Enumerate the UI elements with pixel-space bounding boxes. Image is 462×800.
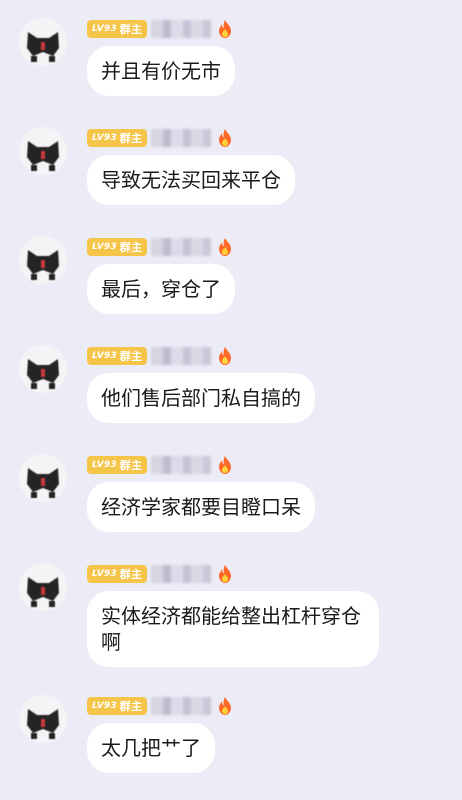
- blurred-nickname[interactable]: [151, 347, 212, 365]
- level-badge: LV93 群主: [87, 238, 148, 256]
- avatar[interactable]: [19, 18, 67, 66]
- avatar-image: [19, 236, 67, 284]
- level-text: LV93: [92, 569, 117, 579]
- role-text: 群主: [119, 568, 143, 581]
- level-badge: LV93 群主: [87, 697, 148, 715]
- avatar[interactable]: [19, 695, 67, 743]
- sender-meta: LV93 群主: [87, 18, 233, 40]
- level-text: LV93: [92, 242, 117, 252]
- level-badge: LV93 群主: [87, 347, 148, 365]
- blurred-nickname[interactable]: [151, 20, 212, 38]
- message-bubble[interactable]: 经济学家都要目瞪口呆: [87, 482, 315, 532]
- message-bubble[interactable]: 并且有价无市: [87, 46, 235, 96]
- blurred-nickname[interactable]: [151, 697, 212, 715]
- blurred-nickname[interactable]: [151, 565, 212, 583]
- fire-icon: [219, 456, 232, 474]
- fire-icon: [219, 697, 232, 715]
- avatar-image: [19, 18, 67, 66]
- sender-meta: LV93 群主: [87, 563, 233, 585]
- level-badge: LV93 群主: [87, 129, 148, 147]
- message-bubble[interactable]: 太几把艹了: [87, 723, 215, 773]
- level-text: LV93: [92, 351, 117, 361]
- role-text: 群主: [119, 132, 143, 145]
- role-text: 群主: [119, 350, 143, 363]
- avatar[interactable]: [19, 236, 67, 284]
- avatar[interactable]: [19, 127, 67, 175]
- avatar[interactable]: [19, 345, 67, 393]
- level-badge: LV93 群主: [87, 20, 148, 38]
- level-badge: LV93 群主: [87, 565, 148, 583]
- avatar-image: [19, 695, 67, 743]
- message-bubble[interactable]: 他们售后部门私自搞的: [87, 373, 315, 423]
- sender-meta: LV93 群主: [87, 454, 233, 476]
- sender-meta: LV93 群主: [87, 695, 233, 717]
- message-bubble[interactable]: 导致无法买回来平仓: [87, 155, 295, 205]
- fire-icon: [219, 347, 232, 365]
- level-text: LV93: [92, 460, 117, 470]
- fire-icon: [219, 238, 232, 256]
- message-bubble[interactable]: 实体经济都能给整出杠杆穿仓啊: [87, 591, 379, 667]
- level-text: LV93: [92, 133, 117, 143]
- sender-meta: LV93 群主: [87, 236, 233, 258]
- sender-meta: LV93 群主: [87, 345, 233, 367]
- blurred-nickname[interactable]: [151, 129, 212, 147]
- role-text: 群主: [119, 459, 143, 472]
- role-text: 群主: [119, 23, 143, 36]
- avatar-image: [19, 345, 67, 393]
- avatar-image: [19, 127, 67, 175]
- fire-icon: [219, 565, 232, 583]
- avatar[interactable]: [19, 454, 67, 502]
- fire-icon: [219, 20, 232, 38]
- role-text: 群主: [119, 700, 143, 713]
- fire-icon: [219, 129, 232, 147]
- sender-meta: LV93 群主: [87, 127, 233, 149]
- message-bubble[interactable]: 最后，穿仓了: [87, 264, 235, 314]
- chat-thread: LV93 群主 并且有价无市 LV93 群主 导致无法买回来平仓 LV93 群主…: [0, 0, 462, 800]
- level-badge: LV93 群主: [87, 456, 148, 474]
- avatar-image: [19, 563, 67, 611]
- level-text: LV93: [92, 701, 117, 711]
- avatar-image: [19, 454, 67, 502]
- blurred-nickname[interactable]: [151, 238, 212, 256]
- level-text: LV93: [92, 24, 117, 34]
- avatar[interactable]: [19, 563, 67, 611]
- blurred-nickname[interactable]: [151, 456, 212, 474]
- role-text: 群主: [119, 241, 143, 254]
